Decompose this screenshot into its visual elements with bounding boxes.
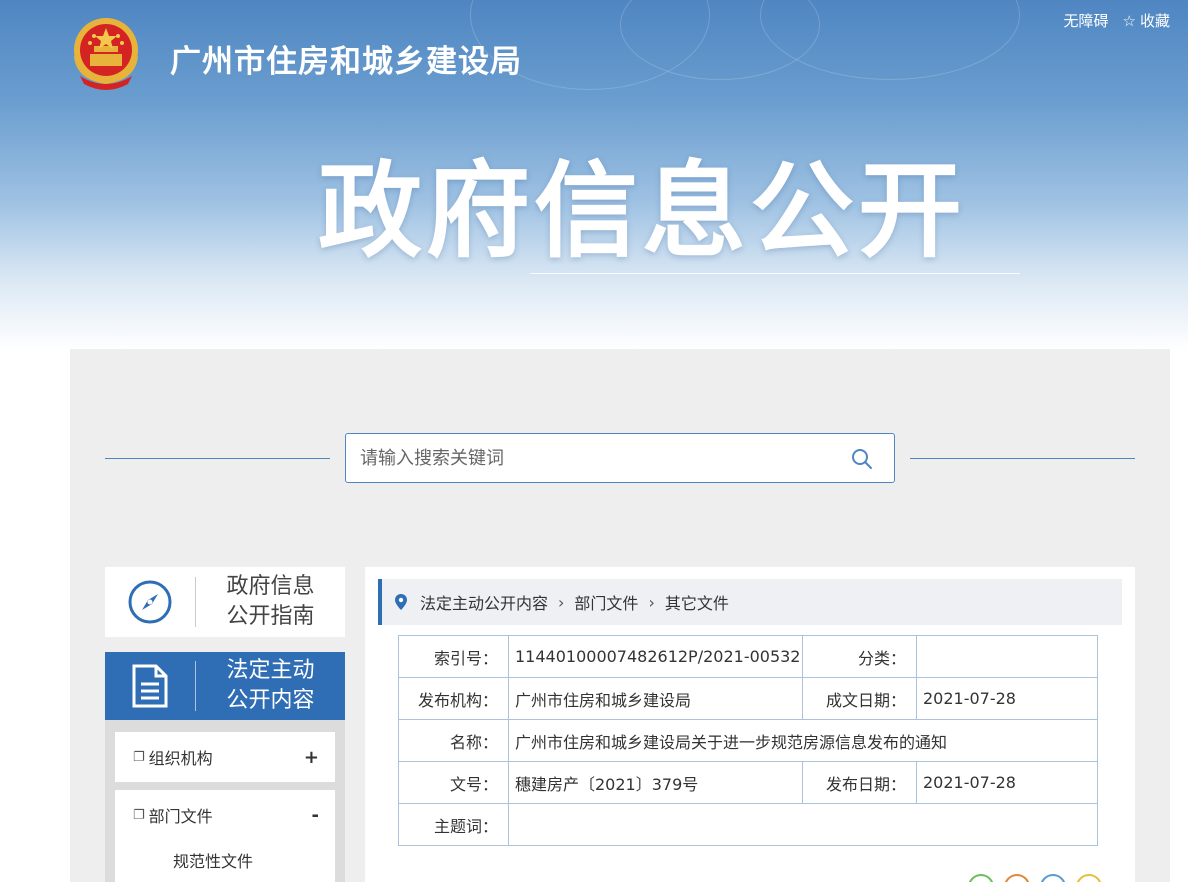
search-divider-right <box>910 458 1135 459</box>
title-divider <box>530 273 1020 274</box>
breadcrumb: 法定主动公开内容 › 部门文件 › 其它文件 <box>378 579 1122 625</box>
created-date-label: 成文日期： <box>802 677 917 720</box>
sidebar-guide-icon-wrap <box>105 567 195 637</box>
breadcrumb-item[interactable]: 法定主动公开内容 <box>420 590 548 614</box>
breadcrumb-item[interactable]: 部门文件 <box>574 590 638 614</box>
sidebar-subitems: 规范性文件 <box>115 838 335 882</box>
published-date-label: 发布日期： <box>802 761 917 804</box>
chevron-right-icon: › <box>648 592 655 612</box>
index-no-value: 11440100007482612P/2021-00532 <box>508 635 803 678</box>
file-icon: ❐ <box>133 807 145 823</box>
keywords-value <box>508 803 1098 846</box>
keywords-label: 主题词： <box>398 803 509 846</box>
table-row: 主题词： <box>398 803 1098 846</box>
compass-icon <box>128 580 172 624</box>
document-meta-table: 索引号： 11440100007482612P/2021-00532 分类： 发… <box>398 635 1098 846</box>
collapse-toggle[interactable]: - <box>312 805 319 826</box>
index-no-label: 索引号： <box>398 635 509 678</box>
national-emblem-icon <box>74 18 138 90</box>
table-row: 索引号： 11440100007482612P/2021-00532 分类： <box>398 635 1098 678</box>
share-circle-icon[interactable] <box>1076 874 1102 882</box>
document-icon <box>132 664 168 708</box>
table-row: 发布机构： 广州市住房和城乡建设局 成文日期： 2021-07-28 <box>398 677 1098 720</box>
star-icon: ☆ <box>1122 12 1136 30</box>
top-links: 无障碍 ☆ 收藏 <box>1064 10 1170 31</box>
sidebar-item-label: 部门文件 <box>148 807 213 826</box>
share-circle-icon[interactable] <box>1040 874 1066 882</box>
sidebar-item-org[interactable]: ❐ 组织机构 + <box>115 732 335 782</box>
sidebar-active-icon-wrap <box>105 651 195 721</box>
favorite-label: 收藏 <box>1139 12 1170 30</box>
category-value <box>916 635 1098 678</box>
publisher-value: 广州市住房和城乡建设局 <box>508 677 803 720</box>
breadcrumb-item[interactable]: 其它文件 <box>665 590 729 614</box>
doc-no-value: 穗建房产〔2021〕379号 <box>508 761 803 804</box>
category-label: 分类： <box>802 635 917 678</box>
created-date-value: 2021-07-28 <box>916 677 1098 720</box>
sidebar-active-label: 法定主动 公开内容 <box>226 658 315 713</box>
search-input[interactable] <box>346 434 826 482</box>
publisher-label: 发布机构： <box>398 677 509 720</box>
expand-toggle[interactable]: + <box>304 747 319 768</box>
header-banner: 广州市住房和城乡建设局 无障碍 ☆ 收藏 政府信息公开 <box>0 0 1188 350</box>
chevron-right-icon: › <box>558 592 565 612</box>
name-value: 广州市住房和城乡建设局关于进一步规范房源信息发布的通知 <box>508 719 1098 762</box>
sidebar-subitem-normative[interactable]: 规范性文件 <box>173 848 253 872</box>
share-icons <box>968 874 1102 882</box>
search-icon[interactable] <box>850 447 874 471</box>
share-circle-icon[interactable] <box>968 874 994 882</box>
sidebar-active-section[interactable]: 法定主动 公开内容 <box>105 652 345 720</box>
share-circle-icon[interactable] <box>1004 874 1030 882</box>
sidebar-guide-label: 政府信息 公开指南 <box>226 574 315 629</box>
doc-no-label: 文号： <box>398 761 509 804</box>
banner-title: 政府信息公开 <box>318 150 967 272</box>
search-box <box>345 433 895 483</box>
sidebar-item-dept-docs[interactable]: ❐ 部门文件 - <box>115 790 335 840</box>
sidebar-list: ❐ 组织机构 + ❐ 部门文件 - 规范性文件 <box>105 720 345 882</box>
sidebar-item-label: 组织机构 <box>148 749 213 768</box>
published-date-value: 2021-07-28 <box>916 761 1098 804</box>
name-label: 名称： <box>398 719 509 762</box>
site-title[interactable]: 广州市住房和城乡建设局 <box>170 36 522 81</box>
search-divider-left <box>105 458 330 459</box>
location-pin-icon <box>395 594 407 610</box>
decor-petal <box>760 0 1020 80</box>
favorite-link[interactable]: ☆ 收藏 <box>1123 10 1170 31</box>
file-icon: ❐ <box>133 749 145 765</box>
table-row: 名称： 广州市住房和城乡建设局关于进一步规范房源信息发布的通知 <box>398 719 1098 762</box>
table-row: 文号： 穗建房产〔2021〕379号 发布日期： 2021-07-28 <box>398 761 1098 804</box>
sidebar-guide-link[interactable]: 政府信息 公开指南 <box>105 567 345 637</box>
accessibility-link[interactable]: 无障碍 <box>1064 10 1109 31</box>
